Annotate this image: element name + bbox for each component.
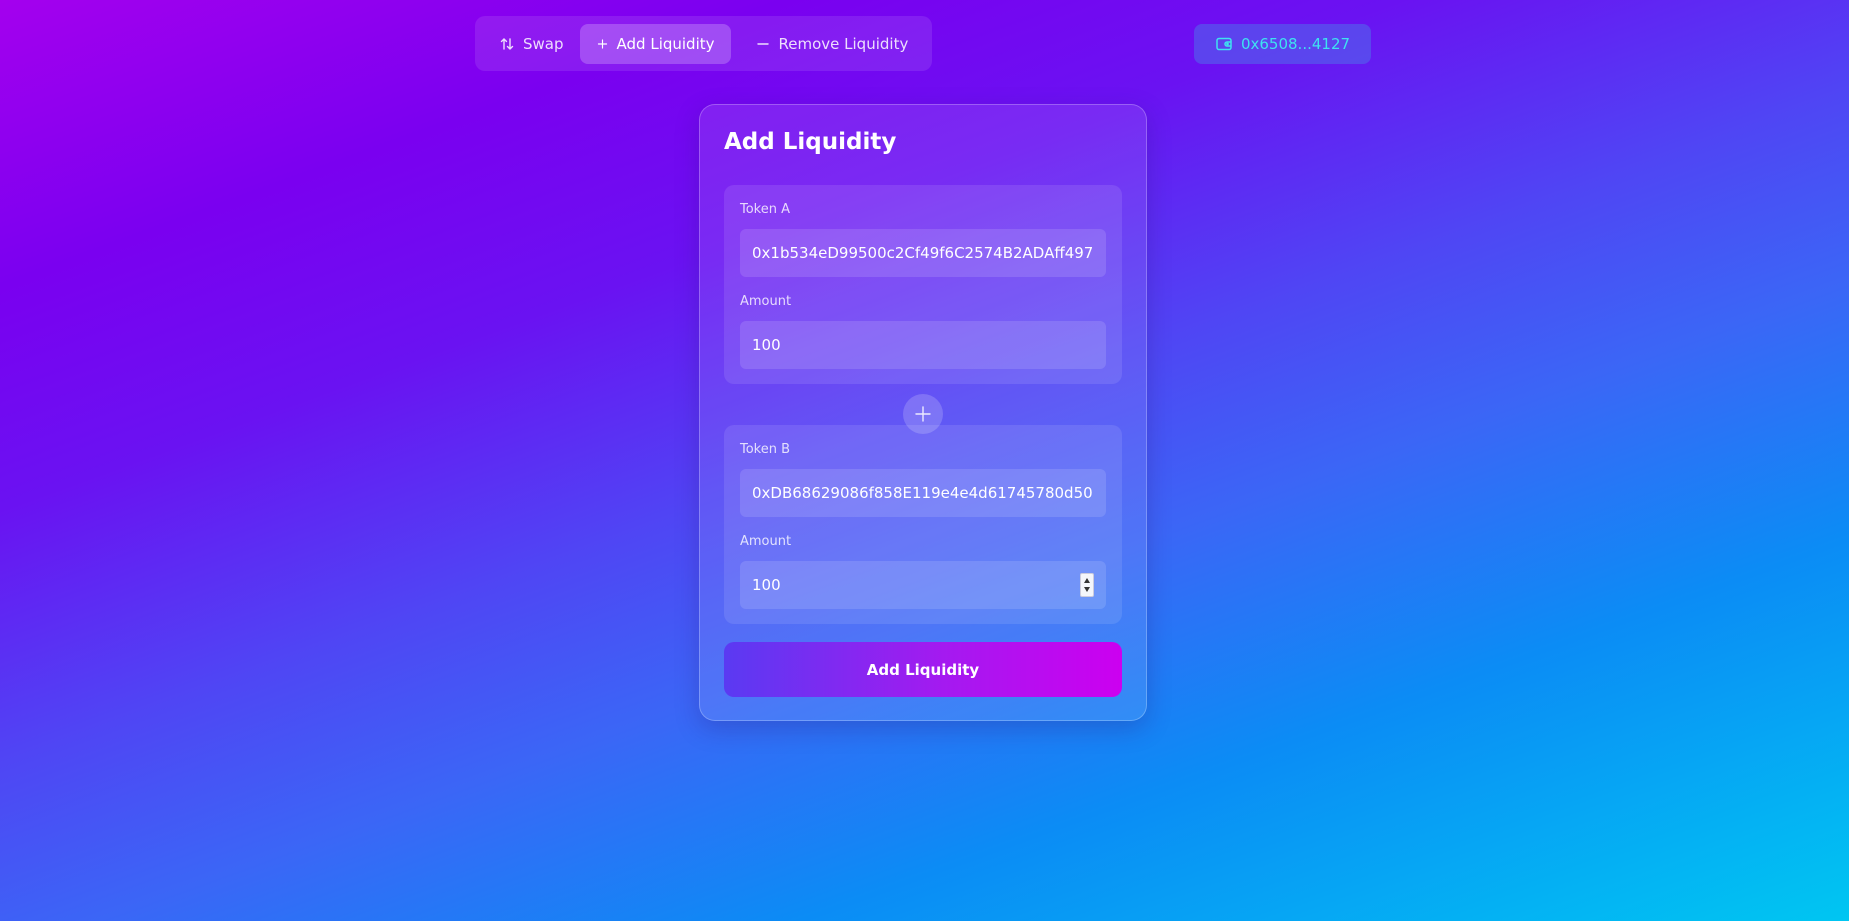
token-b-amount-field — [740, 561, 1106, 609]
wallet-address: 0x6508...4127 — [1240, 35, 1351, 53]
add-liquidity-button[interactable]: Add Liquidity — [724, 642, 1122, 697]
swap-arrows-icon — [500, 37, 514, 50]
card-title: Add Liquidity — [724, 129, 897, 155]
wallet-button[interactable]: 0x6508...4127 — [1194, 24, 1371, 64]
top-nav: Swap Add Liquidity Remove Liquidity — [475, 16, 932, 71]
token-b-amount-label: Amount — [740, 534, 792, 549]
token-a-amount-input[interactable] — [752, 336, 1094, 354]
nav-remove-liquidity-label: Remove Liquidity — [778, 34, 909, 53]
nav-add-liquidity[interactable]: Add Liquidity — [579, 23, 731, 64]
token-b-section: Token B Amount — [724, 425, 1122, 624]
token-b-label: Token B — [740, 442, 791, 457]
plus-icon — [915, 406, 931, 422]
amount-stepper[interactable] — [1080, 573, 1094, 597]
nav-swap-label: Swap — [523, 34, 564, 53]
nav-add-liquidity-label: Add Liquidity — [616, 34, 715, 53]
token-a-section: Token A Amount — [724, 185, 1122, 384]
token-a-label: Token A — [740, 202, 791, 217]
stepper-up-icon[interactable] — [1084, 578, 1090, 583]
token-a-amount-label: Amount — [740, 294, 792, 309]
token-b-amount-input[interactable] — [752, 576, 1094, 594]
token-a-amount-field — [740, 321, 1106, 369]
wallet-icon — [1216, 37, 1232, 51]
token-b-address-input[interactable] — [752, 484, 1094, 502]
add-liquidity-card: Add Liquidity Token A Amount Token B Amo… — [699, 104, 1147, 721]
token-b-address-field — [740, 469, 1106, 517]
token-a-address-field — [740, 229, 1106, 277]
nav-remove-liquidity[interactable]: Remove Liquidity — [739, 24, 925, 64]
minus-icon — [756, 42, 769, 45]
token-a-address-input[interactable] — [752, 244, 1094, 262]
nav-swap[interactable]: Swap — [483, 24, 580, 64]
plus-icon — [597, 38, 607, 49]
stepper-down-icon[interactable] — [1084, 587, 1090, 592]
